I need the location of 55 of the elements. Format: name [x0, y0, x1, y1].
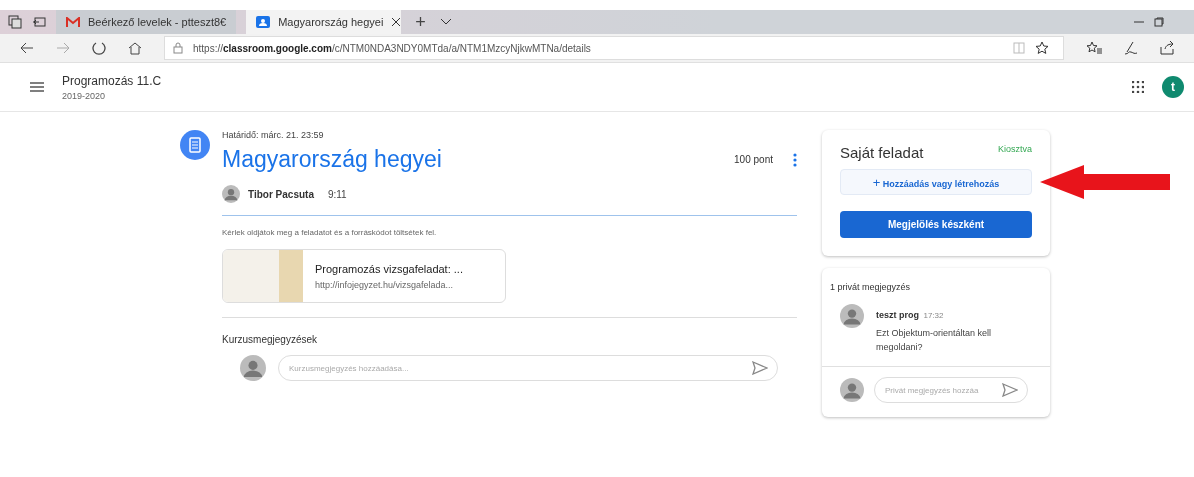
star-icon[interactable] — [1035, 41, 1049, 55]
url-text: https://classroom.google.com/c/NTM0NDA3NDY0MTda/a/NTM1MzcyNjkwMTNa/details — [193, 42, 591, 54]
school-year: 2019-2020 — [62, 90, 107, 101]
private-comments-heading: 1 privát megjegyzés — [829, 282, 912, 292]
user-avatar-icon — [222, 185, 240, 203]
tab-title: Magyarország hegyei — [278, 16, 384, 28]
points-label: 100 pont — [734, 154, 773, 165]
assignment-title: Magyarország hegyei — [222, 146, 443, 173]
comments-heading: Kurzusmegjegyzések — [222, 334, 319, 345]
attachment-url: http://infojegyzet.hu/vizsgafelada... — [315, 279, 455, 290]
user-avatar-icon — [840, 304, 864, 328]
author-name: Tibor Pacsuta — [248, 188, 314, 200]
class-name[interactable]: Programozás 11.C — [62, 73, 162, 88]
refresh-icon[interactable] — [92, 41, 106, 55]
chevron-down-icon[interactable] — [439, 18, 452, 26]
status-label: Kiosztva — [998, 143, 1032, 154]
user-avatar-icon — [840, 378, 864, 402]
mail-icon — [66, 16, 80, 28]
lock-icon — [173, 42, 183, 54]
apps-grid-icon[interactable] — [1132, 81, 1144, 93]
mark-done-button[interactable]: Megjelölés készként — [840, 211, 1032, 238]
post-time: 9:11 — [327, 188, 347, 200]
tab-preview-icon[interactable] — [8, 15, 22, 29]
attachment-title: Programozás vizsgafeladat: ... — [315, 262, 463, 275]
user-avatar-icon — [240, 355, 266, 381]
comment-time: 17:32 — [923, 311, 944, 320]
close-icon[interactable] — [391, 17, 402, 27]
home-icon[interactable] — [128, 41, 142, 55]
card-title: Saját feladat — [840, 144, 924, 161]
add-button[interactable]: + Hozzáadás vagy létrehozás — [840, 169, 1032, 195]
classroom-icon — [256, 16, 271, 28]
assignment-description: Kérlek oldjátok meg a feladatot és a forráskódot töltsétek fel. — [222, 228, 438, 237]
favorites-icon[interactable] — [1086, 41, 1102, 55]
comment-field[interactable]: Kurzusmegjegyzés hozzáadása... — [278, 355, 778, 381]
comment-author: teszt prog — [876, 310, 919, 320]
address-bar[interactable]: https://classroom.google.com/c/NTM0NDA3NDY0MTda/a/NTM1MzcyNjkwMTNa/details — [164, 36, 1064, 60]
browser-tab[interactable]: Magyarország hegyei — [246, 10, 402, 34]
pen-icon[interactable] — [1124, 41, 1138, 55]
restore-icon[interactable] — [1154, 17, 1164, 27]
tab-title: Beérkező levelek - ptteszt8€ — [88, 16, 227, 28]
menu-icon[interactable] — [30, 82, 44, 92]
due-date: Határidő: márc. 21. 23:59 — [222, 130, 325, 140]
assignment-icon — [180, 130, 210, 160]
back-arrow-icon[interactable] — [20, 42, 34, 54]
tab-aside-icon[interactable] — [32, 15, 46, 29]
send-icon[interactable] — [752, 361, 768, 375]
attachment-card[interactable]: Programozás vizsgafeladat: ... http://infojegyzet.hu/vizsgafelada... — [222, 249, 506, 303]
share-icon[interactable] — [1160, 41, 1174, 55]
private-comment-field[interactable]: Privát megjegyzés hozzáa — [874, 377, 1028, 403]
comment-text: Ezt Objektum-orientáltan kell megoldani? — [876, 327, 993, 354]
browser-tab[interactable]: Beérkező levelek - ptteszt8€ — [56, 10, 237, 34]
account-avatar[interactable]: t — [1162, 76, 1184, 98]
new-tab-button[interactable]: + — [411, 13, 430, 31]
send-icon[interactable] — [1002, 383, 1018, 397]
more-options-icon[interactable] — [793, 152, 797, 167]
